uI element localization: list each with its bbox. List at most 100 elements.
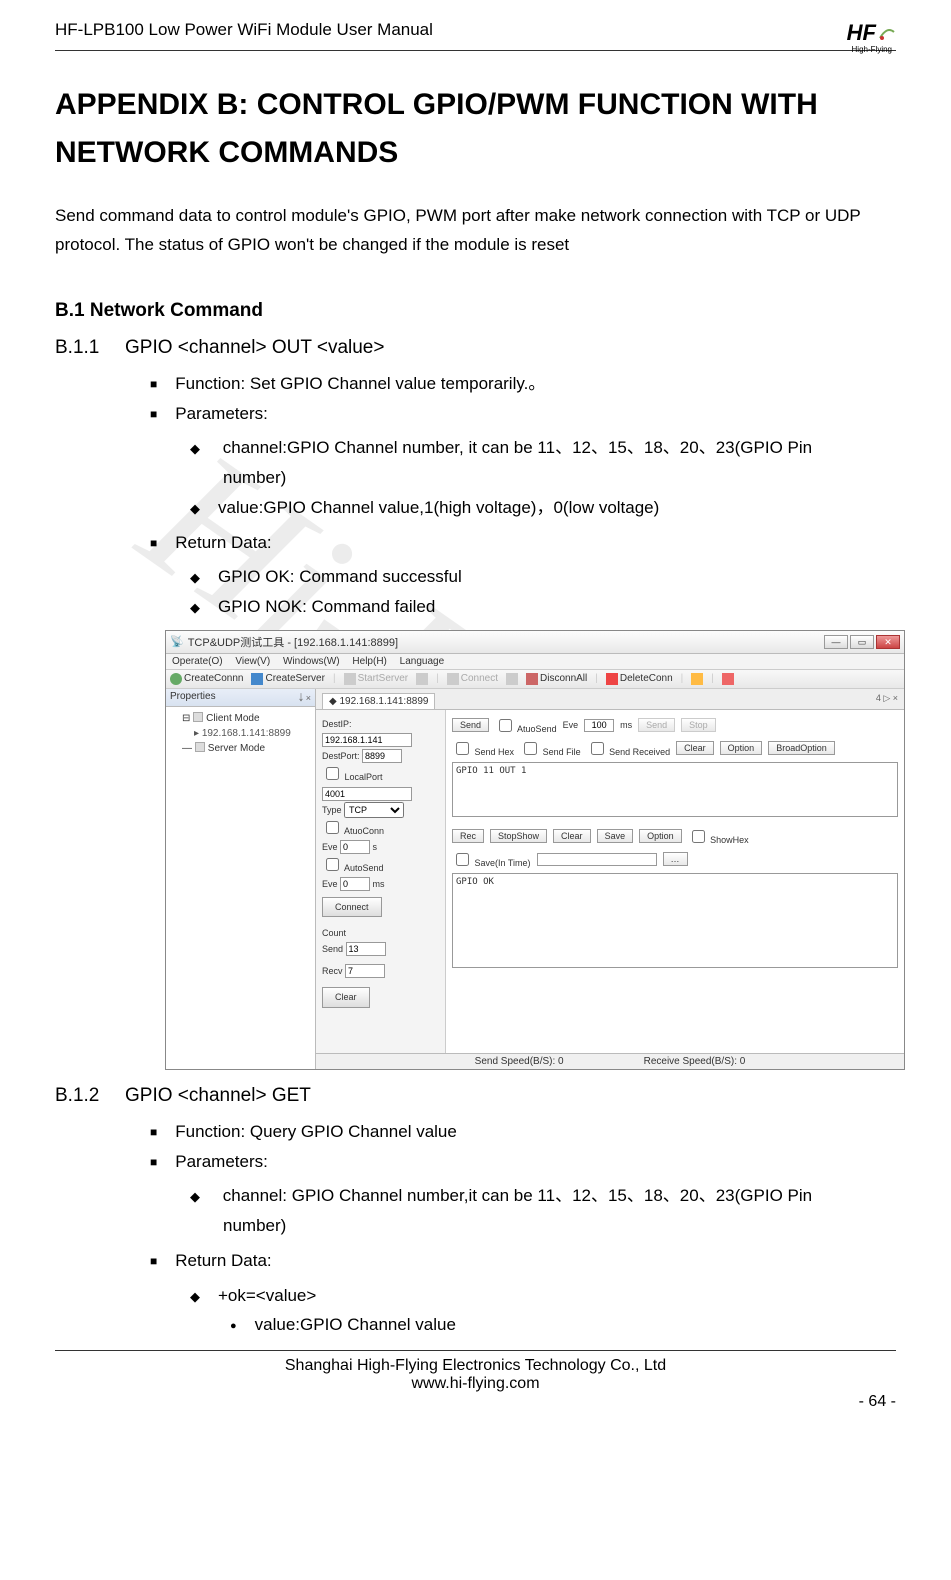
intro-paragraph: Send command data to control module's GP… (55, 202, 896, 260)
toolbar-disc-icon[interactable] (506, 673, 518, 685)
toolbar: CreateConnn CreateServer | StartServer |… (166, 670, 904, 689)
recv-count-input[interactable] (345, 964, 385, 978)
conn-eve1-input[interactable] (340, 840, 370, 854)
sendrecv-checkbox[interactable] (591, 742, 604, 755)
sendfile-checkbox[interactable] (524, 742, 537, 755)
send-atuosend-checkbox[interactable] (499, 719, 512, 732)
app-icon: 📡 (170, 635, 184, 648)
send-stop-button[interactable]: Stop (681, 718, 716, 732)
connect-button[interactable]: Connect (322, 897, 382, 917)
localport-input[interactable] (322, 787, 412, 801)
b11-parameters-label: Parameters: (150, 399, 896, 429)
recv-label-button[interactable]: Rec (452, 829, 484, 843)
menu-operate[interactable]: Operate(O) (172, 656, 223, 667)
wifi-arc-icon (878, 24, 896, 42)
b11-param-channel: channel:GPIO Channel number, it can be 1… (190, 433, 896, 493)
window-title: TCP&UDP测试工具 - [192.168.1.141:8899] (188, 634, 398, 650)
tree-conn-ip[interactable]: ▸ 192.168.1.141:8899 (194, 728, 291, 739)
send-broad-button[interactable]: BroadOption (768, 741, 835, 755)
send-count-input[interactable] (346, 942, 386, 956)
b12-return-ok: +ok=<value> (190, 1281, 896, 1311)
b12-parameters-label: Parameters: (150, 1147, 896, 1177)
tree-client-mode[interactable]: Client Mode (206, 713, 259, 724)
minimize-button[interactable]: — (824, 635, 848, 649)
type-select[interactable]: TCP (344, 802, 404, 818)
tree-server-mode[interactable]: Server Mode (208, 743, 265, 754)
menu-language[interactable]: Language (400, 656, 445, 667)
statusbar: Send Speed(B/S): 0 Receive Speed(B/S): 0 (316, 1053, 904, 1069)
tcp-udp-tool-window: 📡 TCP&UDP测试工具 - [192.168.1.141:8899] — ▭… (165, 630, 905, 1070)
send-clear-button[interactable]: Clear (676, 741, 714, 755)
toolbar-deleteconn[interactable]: DeleteConn (606, 673, 673, 685)
showhex-checkbox[interactable] (692, 830, 705, 843)
destport-label: DestPort: (322, 751, 360, 761)
localport-checkbox[interactable] (326, 767, 339, 780)
conn-eve2-input[interactable] (340, 877, 370, 891)
send-option-button[interactable]: Option (720, 741, 763, 755)
atuoconn-checkbox[interactable] (326, 821, 339, 834)
toolbar-misc2-icon[interactable] (722, 673, 734, 685)
recv-save-button[interactable]: Save (597, 829, 634, 843)
status-send-speed: Send Speed(B/S): 0 (475, 1056, 564, 1067)
page-number: - 64 - (859, 1393, 896, 1411)
menubar: Operate(O) View(V) Windows(W) Help(H) La… (166, 654, 904, 670)
b11-function: Function: Set GPIO Channel value tempora… (150, 369, 896, 399)
send-eve-input[interactable] (584, 719, 614, 732)
savepath-input[interactable] (537, 853, 657, 866)
maximize-button[interactable]: ▭ (850, 635, 874, 649)
toolbar-startserver[interactable]: StartServer (344, 673, 409, 685)
logo-subtext: High-Flying (852, 45, 892, 54)
autosend-checkbox[interactable] (326, 858, 339, 871)
b12-param-channel: channel: GPIO Channel number,it can be 1… (190, 1181, 896, 1241)
destip-label: DestIP: (322, 716, 439, 732)
b11-return-nok: GPIO NOK: Command failed (190, 592, 896, 622)
send-go-button[interactable]: Send (638, 718, 675, 732)
recv-clear-button[interactable]: Clear (553, 829, 591, 843)
tab-nav[interactable]: 4 ▷ × (876, 693, 898, 709)
main-heading: APPENDIX B: CONTROL GPIO/PWM FUNCTION WI… (55, 81, 896, 177)
b12-return-label: Return Data: (150, 1246, 896, 1276)
logo-text: HF (847, 20, 876, 46)
recv-option-button[interactable]: Option (639, 829, 682, 843)
section-b11-heading: B.1.1GPIO <channel> OUT <value> (55, 337, 896, 359)
page-footer: Shanghai High-Flying Electronics Technol… (55, 1350, 896, 1393)
saveintime-checkbox[interactable] (456, 853, 469, 866)
connection-tab[interactable]: ◆ 192.168.1.141:8899 (322, 693, 435, 709)
status-recv-speed: Receive Speed(B/S): 0 (644, 1056, 746, 1067)
send-textarea[interactable]: GPIO 11 OUT 1 (452, 762, 898, 817)
logo: HF High-Flying (847, 20, 896, 46)
section-b12-heading: B.1.2GPIO <channel> GET (55, 1085, 896, 1107)
toolbar-connect[interactable]: Connect (447, 673, 498, 685)
b12-function: Function: Query GPIO Channel value (150, 1117, 896, 1147)
type-label: Type (322, 805, 342, 815)
footer-website: www.hi-flying.com (55, 1375, 896, 1393)
send-area-button[interactable]: Send (452, 718, 489, 732)
window-titlebar: 📡 TCP&UDP测试工具 - [192.168.1.141:8899] — ▭… (166, 631, 904, 654)
b11-return-ok: GPIO OK: Command successful (190, 562, 896, 592)
menu-view[interactable]: View(V) (235, 656, 270, 667)
count-clear-button[interactable]: Clear (322, 987, 370, 1007)
toolbar-createserver[interactable]: CreateServer (251, 673, 324, 685)
count-label: Count (322, 925, 439, 941)
toolbar-misc1-icon[interactable] (691, 673, 703, 685)
destip-input[interactable] (322, 733, 412, 747)
menu-help[interactable]: Help(H) (352, 656, 386, 667)
b11-param-value: value:GPIO Channel value,1(high voltage)… (190, 493, 896, 523)
sendhex-checkbox[interactable] (456, 742, 469, 755)
toolbar-createconn[interactable]: CreateConnn (170, 673, 243, 685)
connection-settings-panel: DestIP: DestPort: LocalPort Type TCP Atu… (316, 710, 446, 1053)
b12-return-value: value:GPIO Channel value (230, 1310, 896, 1340)
header-title: HF-LPB100 Low Power WiFi Module User Man… (55, 20, 433, 40)
footer-company: Shanghai High-Flying Electronics Technol… (55, 1357, 896, 1375)
destport-input[interactable] (362, 749, 402, 763)
toolbar-stop-icon[interactable] (416, 673, 428, 685)
menu-windows[interactable]: Windows(W) (283, 656, 340, 667)
connection-tree[interactable]: ⊟ Client Mode ▸ 192.168.1.141:8899 — Ser… (166, 707, 315, 1069)
recv-textarea[interactable]: GPIO OK (452, 873, 898, 968)
savepath-browse-button[interactable]: … (663, 852, 688, 866)
page-header: HF-LPB100 Low Power WiFi Module User Man… (55, 20, 896, 51)
recv-stopshow-button[interactable]: StopShow (490, 829, 547, 843)
close-button[interactable]: ✕ (876, 635, 900, 649)
toolbar-disconnall[interactable]: DisconnAll (526, 673, 587, 685)
properties-pane-title: Properties￬ × (166, 689, 315, 707)
